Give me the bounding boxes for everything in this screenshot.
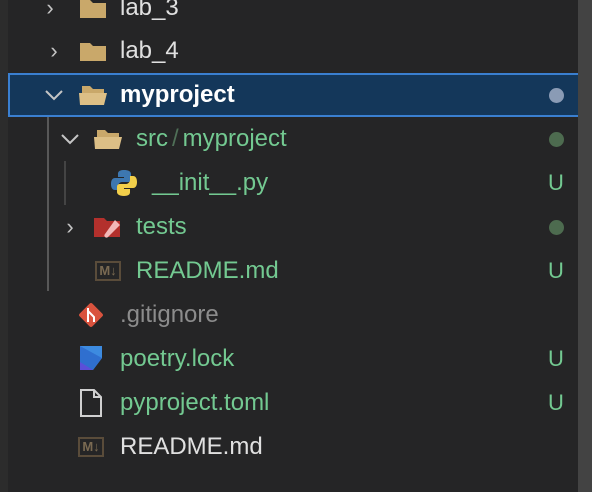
tree-item-label: poetry.lock	[120, 345, 235, 372]
folder-open-icon	[78, 81, 108, 109]
tree-item-readme-md[interactable]: M↓ README.md U	[8, 249, 578, 293]
untracked-badge: U	[548, 390, 564, 415]
tree-item-lab-3[interactable]: › lab_3	[8, 0, 578, 30]
test-folder-icon	[93, 213, 123, 241]
folder-open-icon	[93, 125, 123, 153]
tree-item-label: README.md	[120, 433, 263, 460]
tree-item-init-py[interactable]: __init__.py U	[8, 161, 578, 205]
markdown-icon-text: M↓	[95, 261, 121, 281]
tree-item-readme-md-root[interactable]: M↓ README.md	[8, 425, 578, 469]
path-segment: src	[136, 125, 168, 152]
tree-item-src-myproject[interactable]: src / myproject	[8, 117, 578, 161]
folder-icon	[78, 0, 108, 22]
modified-dot	[549, 87, 564, 103]
tree-item-label: pyproject.toml	[120, 389, 270, 416]
folder-icon	[78, 37, 108, 65]
markdown-icon: M↓	[76, 433, 106, 461]
tree-item-pyproject-toml[interactable]: pyproject.toml U	[8, 381, 578, 425]
untracked-badge: U	[548, 258, 564, 283]
path-separator: /	[172, 125, 179, 152]
tree-item-label: lab_4	[120, 37, 179, 64]
untracked-badge: U	[548, 346, 564, 371]
tree-item-label: README.md	[136, 257, 279, 284]
chevron-right-icon: ›	[50, 38, 58, 63]
scrollbar[interactable]	[578, 0, 592, 492]
modified-dot	[549, 131, 564, 147]
modified-dot	[549, 219, 564, 235]
tree-item-label: myproject	[120, 81, 235, 108]
chevron-right-icon: ›	[46, 0, 54, 20]
python-icon	[109, 169, 139, 197]
chevron-down-icon	[44, 85, 64, 105]
path-segment: myproject	[182, 125, 287, 152]
tree-item-label: src / myproject	[136, 125, 287, 153]
tree-item-label: tests	[136, 213, 187, 240]
poetry-icon	[76, 345, 106, 373]
markdown-icon: M↓	[93, 257, 123, 285]
tree-item-tests[interactable]: › tests	[8, 205, 578, 249]
tree-item-label: lab_3	[120, 0, 179, 21]
chevron-right-icon: ›	[66, 214, 74, 239]
tree-item-poetry-lock[interactable]: poetry.lock U	[8, 337, 578, 381]
tree-item-label: __init__.py	[152, 169, 269, 196]
file-icon	[76, 389, 106, 417]
tree-item-myproject[interactable]: myproject	[8, 73, 592, 117]
chevron-down-icon	[60, 129, 80, 149]
tree-item-lab-4[interactable]: › lab_4	[8, 29, 578, 73]
sidebar-edge	[0, 0, 8, 492]
tree-item-gitignore[interactable]: .gitignore	[8, 293, 578, 337]
untracked-badge: U	[548, 170, 564, 195]
git-icon	[76, 301, 106, 329]
markdown-icon-text: M↓	[78, 437, 104, 457]
tree-item-label: .gitignore	[120, 301, 219, 328]
